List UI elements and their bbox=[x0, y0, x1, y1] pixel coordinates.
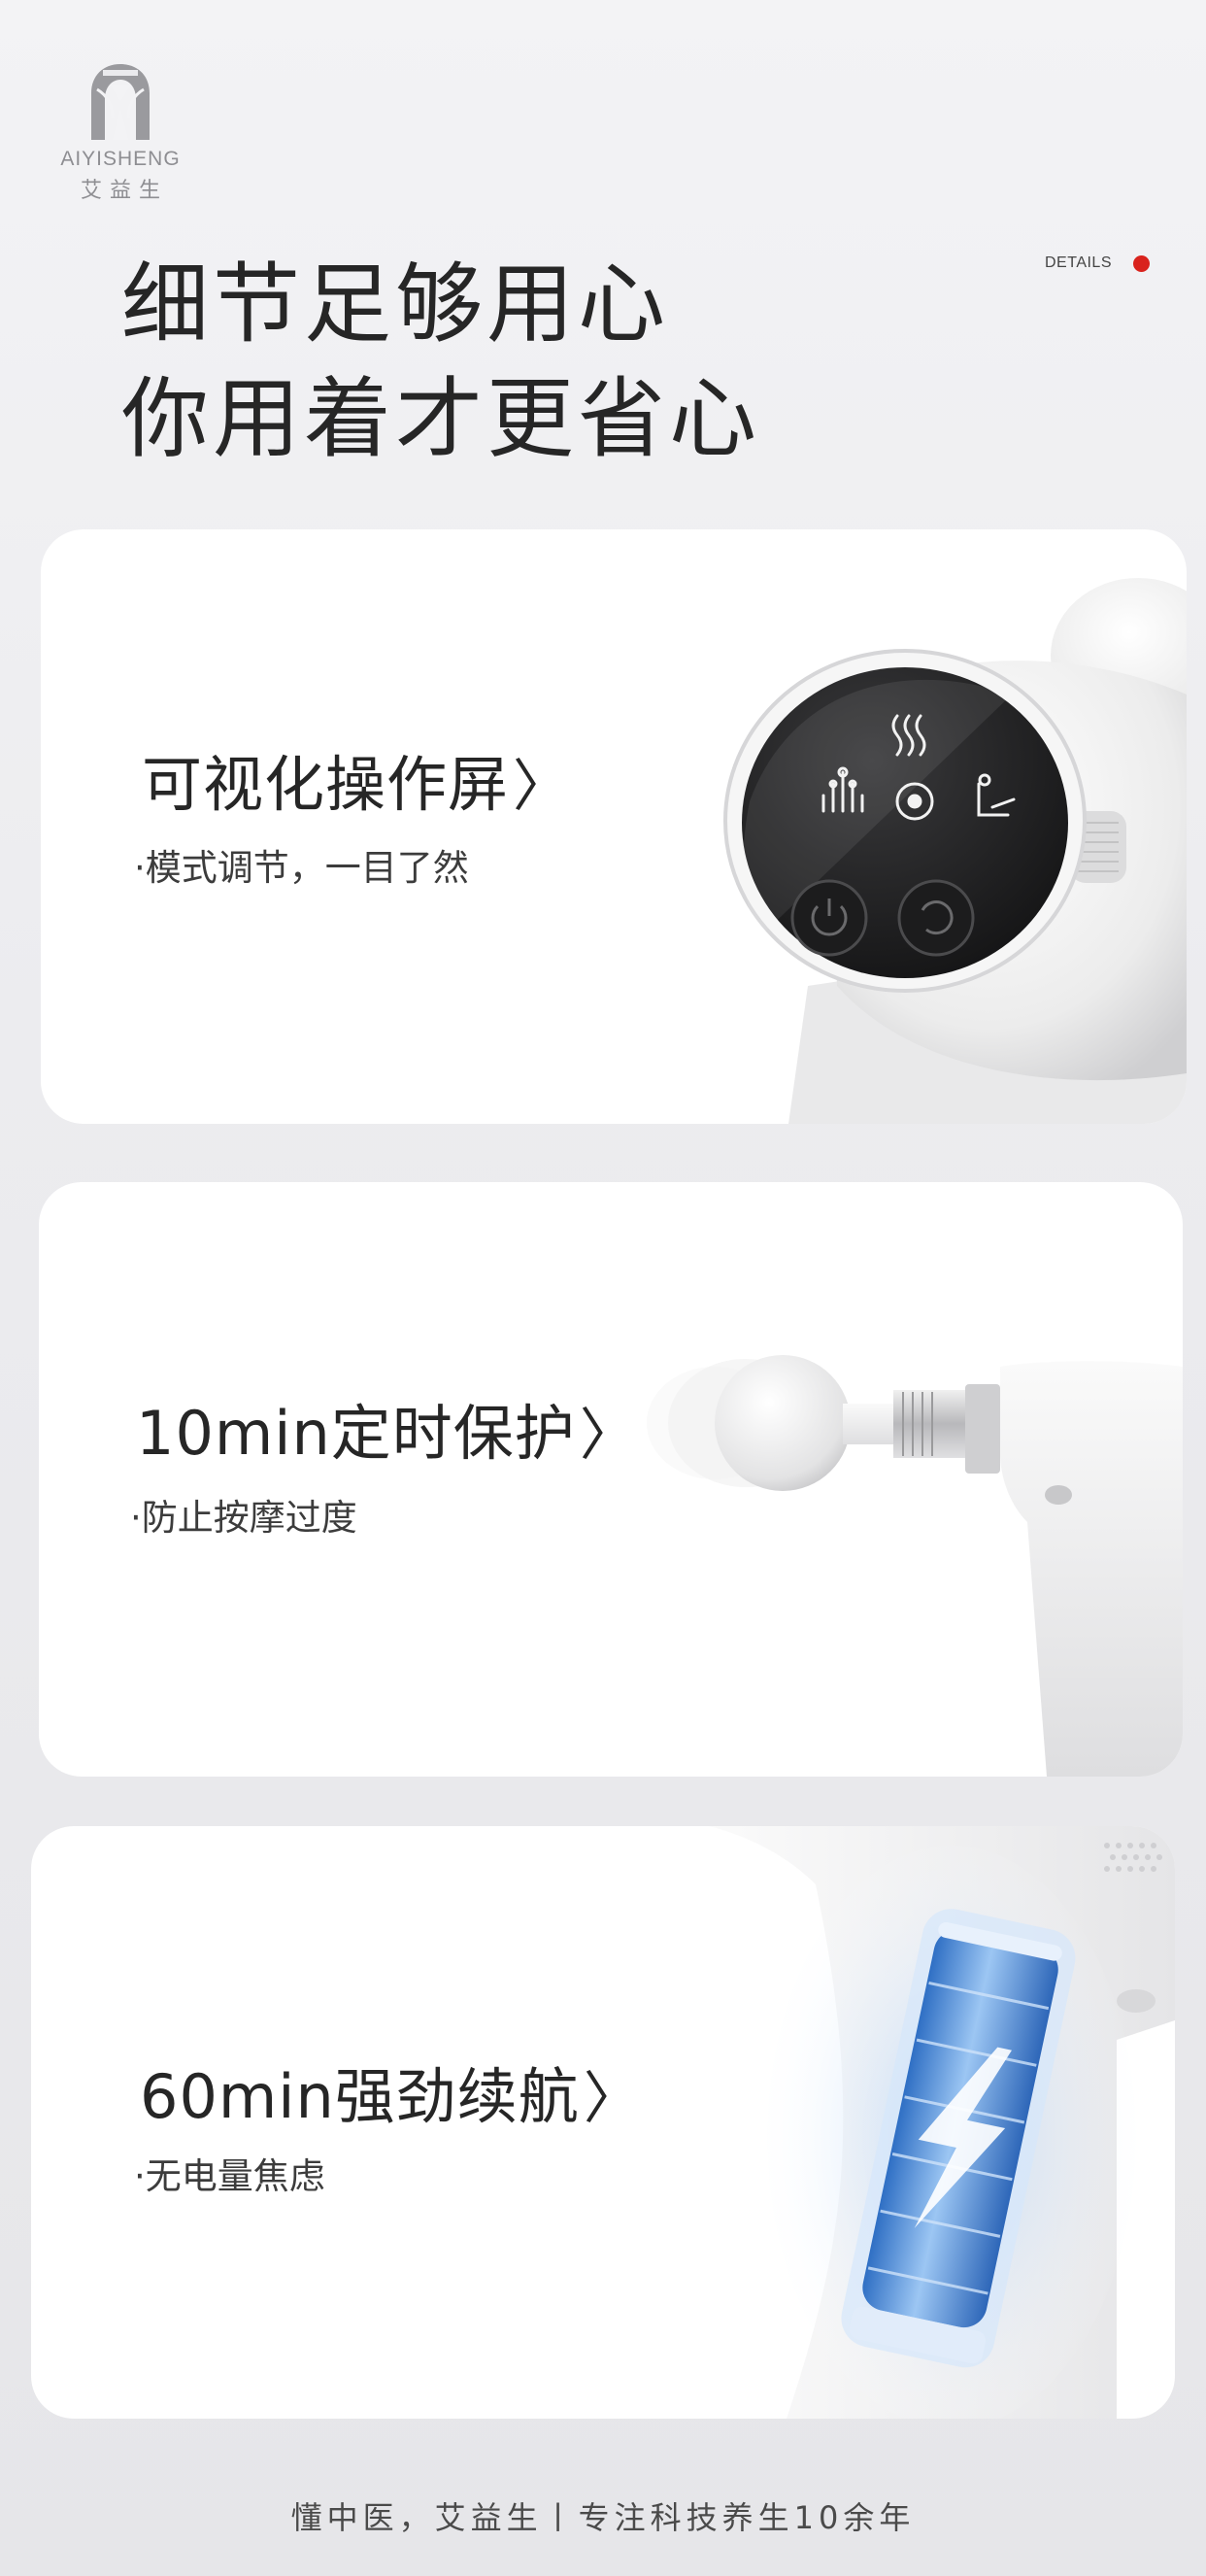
feature-card-battery: 60min强劲续航〉 ·无电量焦虑 bbox=[31, 1826, 1175, 2419]
brand-name-cn: 艾益生 bbox=[80, 179, 168, 203]
headline-line-2: 你用着才更省心 bbox=[121, 368, 760, 470]
chevron-right-icon: 〉 bbox=[513, 753, 571, 819]
massage-gun-screen-image bbox=[723, 578, 1187, 1124]
details-label: DETAILS bbox=[1045, 254, 1112, 271]
feature-subtitle: ·无电量焦虑 bbox=[134, 2155, 325, 2197]
details-tag: DETAILS bbox=[1045, 254, 1150, 272]
logo-emblem-icon bbox=[91, 64, 150, 140]
red-dot-icon bbox=[1133, 254, 1150, 272]
feature-card-timer: 10min定时保护〉 ·防止按摩过度 bbox=[39, 1182, 1183, 1777]
brand-logo: AIYISHENG 艾益生 bbox=[47, 60, 194, 204]
feature-card-screen: 可视化操作屏〉 ·模式调节，一目了然 bbox=[41, 529, 1187, 1124]
chevron-right-icon: 〉 bbox=[583, 2065, 641, 2131]
feature-title-text: 可视化操作屏 bbox=[142, 749, 510, 820]
massage-gun-battery-image bbox=[709, 1826, 1175, 2419]
feature-title: 可视化操作屏〉 bbox=[142, 735, 570, 823]
feature-title-text: 10min定时保护 bbox=[136, 1398, 576, 1469]
feature-title: 10min定时保护〉 bbox=[136, 1384, 637, 1472]
headline-line-1: 细节足够用心 bbox=[121, 254, 669, 356]
feature-subtitle: ·模式调节，一目了然 bbox=[134, 847, 469, 889]
footer-slogan: 懂中医，艾益生丨专注科技养生10余年 bbox=[290, 2499, 916, 2536]
brand-name-en: AIYISHENG bbox=[60, 148, 181, 170]
chevron-right-icon: 〉 bbox=[579, 1402, 637, 1468]
feature-title-text: 60min强劲续航 bbox=[140, 2061, 580, 2132]
feature-subtitle: ·防止按摩过度 bbox=[130, 1497, 357, 1539]
page-headline: 细节足够用心 你用着才更省心 bbox=[121, 248, 760, 477]
feature-title: 60min强劲续航〉 bbox=[140, 2048, 641, 2135]
massage-gun-head-image bbox=[647, 1355, 1183, 1777]
